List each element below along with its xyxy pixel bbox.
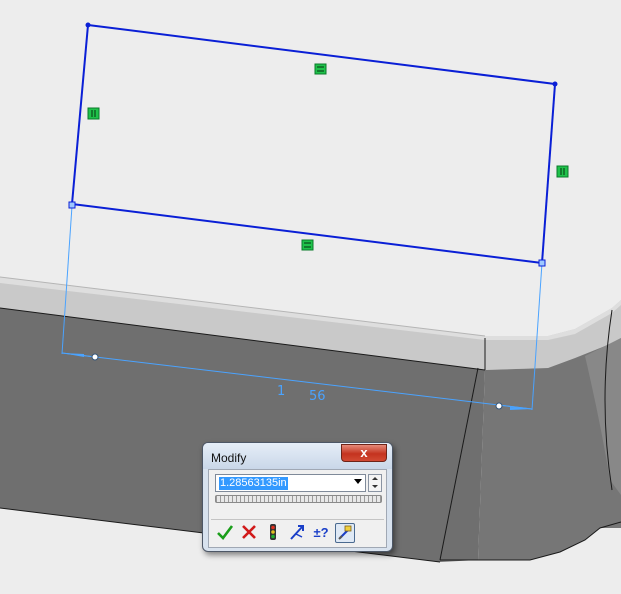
dimension-value-text[interactable]: 1.28563135in: [219, 477, 288, 490]
modify-dialog: Modify x 1.28563135in ±?: [202, 442, 393, 552]
mark-dimension-button[interactable]: [335, 523, 355, 543]
value-spinner[interactable]: [368, 474, 382, 492]
dialog-title: Modify: [211, 451, 247, 465]
close-x-icon: [242, 525, 256, 539]
arrow-up-icon: [372, 477, 378, 480]
spin-up-button[interactable]: [369, 475, 381, 483]
thumbwheel-slider[interactable]: [215, 495, 382, 503]
dimension-value-input[interactable]: 1.28563135in: [215, 474, 366, 492]
ok-button[interactable]: [215, 523, 235, 543]
dimension-grip-left[interactable]: [91, 353, 99, 361]
divider: [211, 519, 384, 520]
spin-down-button[interactable]: [369, 483, 381, 491]
increment-button[interactable]: ±?: [311, 523, 331, 543]
check-icon: [217, 525, 234, 540]
dimension-text-part1[interactable]: 1: [277, 384, 285, 399]
perpendicular-constraint-right[interactable]: [556, 165, 569, 178]
mark-dimension-icon: [338, 525, 352, 540]
sketch-point-bottom-left[interactable]: [68, 201, 76, 209]
dimension-text-part2[interactable]: 56: [309, 389, 326, 404]
sketch-point-bottom-right[interactable]: [538, 259, 546, 267]
parallel-constraint-top[interactable]: [314, 63, 327, 75]
sketch-point-top-left[interactable]: [85, 22, 91, 28]
dialog-body: 1.28563135in ±?: [208, 469, 387, 548]
reverse-dimension-icon: [290, 525, 304, 540]
dimension-grip-right[interactable]: [495, 402, 503, 410]
traffic-light-icon: [270, 524, 276, 540]
cancel-button[interactable]: [239, 523, 259, 543]
parallel-constraint-bottom[interactable]: [301, 239, 314, 251]
perpendicular-constraint-left[interactable]: [87, 107, 100, 120]
close-button[interactable]: x: [341, 444, 387, 462]
reverse-sense-button[interactable]: [287, 523, 307, 543]
dialog-titlebar[interactable]: Modify x: [203, 443, 392, 469]
arrow-down-icon: [372, 485, 378, 488]
chevron-down-icon[interactable]: [354, 479, 362, 484]
sketch-point-top-right[interactable]: [552, 81, 558, 87]
rebuild-button[interactable]: [263, 523, 283, 543]
dialog-toolbar: ±?: [213, 523, 384, 545]
